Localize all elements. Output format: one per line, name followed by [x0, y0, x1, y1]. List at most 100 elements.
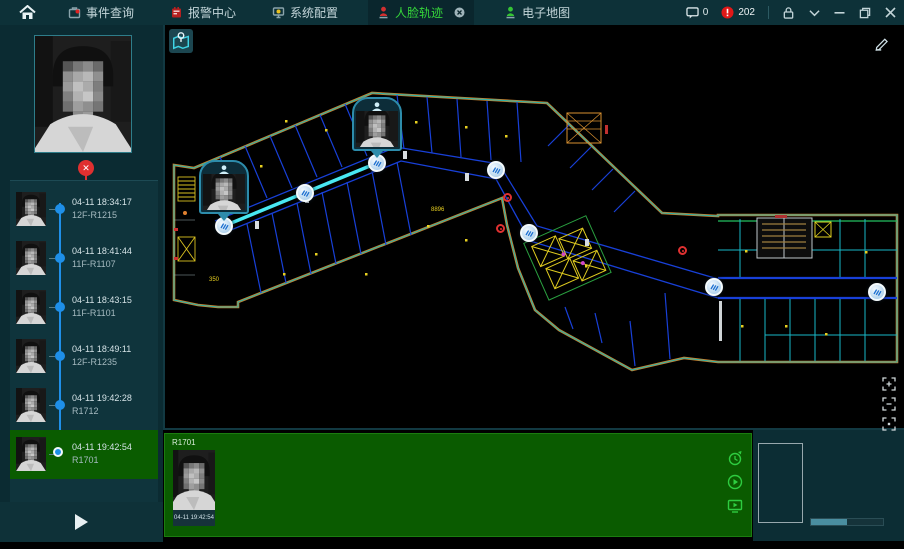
minimize-button[interactable]	[834, 7, 845, 18]
dropdown-button[interactable]	[809, 9, 820, 17]
close-tab-icon[interactable]	[454, 7, 465, 18]
zoom-in-button[interactable]	[882, 377, 896, 391]
event-time: 04-11 19:42:28	[72, 393, 132, 403]
playback-bar	[0, 502, 163, 542]
track-point-marker[interactable]	[868, 283, 886, 301]
system-config-icon	[272, 6, 285, 19]
event-thumbnail	[16, 437, 46, 471]
track-point-marker[interactable]	[487, 161, 505, 179]
timeline-node	[55, 351, 65, 361]
alarm-badge-icon	[721, 6, 734, 19]
face-track-icon	[377, 6, 390, 19]
event-time: 04-11 18:34:17	[72, 197, 132, 207]
chevron-down-icon	[809, 9, 820, 17]
timeline-node	[55, 400, 65, 410]
message-indicator[interactable]: 0	[686, 7, 709, 19]
person-icon	[203, 163, 245, 174]
alarm-count: 202	[738, 7, 755, 18]
map-edit-button[interactable]	[874, 33, 892, 51]
timeline-node	[53, 447, 63, 457]
snapshot-photo	[173, 450, 215, 510]
event-time: 04-11 18:41:44	[72, 246, 132, 256]
alarm-point-icon	[678, 246, 687, 255]
play-button[interactable]	[75, 514, 88, 530]
lock-button[interactable]	[782, 6, 795, 19]
remove-target-pin[interactable]: ✕	[78, 160, 94, 176]
tab-face-track[interactable]: 人脸轨迹	[368, 0, 474, 25]
event-location: R1701	[72, 455, 132, 465]
tab-system-config[interactable]: 系统配置	[266, 0, 344, 25]
e-map-icon	[504, 6, 517, 19]
event-list: 04-11 18:34:17 12F-R1215 04-11 18:41:44 …	[10, 185, 158, 479]
selected-event-panel[interactable]: R1701 04-11 19:42:54	[164, 433, 752, 537]
alarm-center-icon	[170, 6, 183, 19]
tab-label: 人脸轨迹	[395, 4, 443, 21]
event-thumbnail	[16, 192, 46, 226]
progress-fill	[811, 519, 847, 525]
home-button[interactable]	[16, 3, 38, 23]
timeline-event-row[interactable]: 04-11 18:34:17 12F-R1215	[10, 185, 158, 234]
home-icon	[19, 5, 36, 20]
timeline-event-row[interactable]: 04-11 18:43:15 11F-R1101	[10, 283, 158, 332]
floor-plan-map[interactable]: 8896350	[163, 25, 904, 430]
event-location: R1712	[72, 406, 132, 416]
face-track-window: 事件查询 报警中心 系统配置 人脸	[0, 0, 904, 549]
timeline-event-row[interactable]: 04-11 19:42:28 R1712	[10, 381, 158, 430]
target-person-photo	[34, 35, 132, 153]
event-thumbnail	[16, 388, 46, 422]
event-location: 12F-R1235	[72, 357, 131, 367]
detection-popup[interactable]	[199, 160, 249, 221]
live-view-button[interactable]	[727, 498, 743, 514]
snapshot-card[interactable]: 04-11 19:42:54	[173, 450, 215, 526]
alarm-point-icon	[503, 193, 512, 202]
preview-placeholder	[758, 443, 803, 523]
timeline-event-row[interactable]: 04-11 19:42:54 R1701	[10, 430, 158, 479]
track-point-marker[interactable]	[520, 224, 538, 242]
lock-icon	[782, 6, 795, 19]
event-location: 11F-R1107	[72, 259, 132, 269]
cad-text-label: 8896	[431, 207, 444, 213]
timeline-node	[55, 204, 65, 214]
map-zoom-controls	[882, 377, 896, 431]
track-sidebar: ✕ 04-11 18:34:17 12F-R1215 04-11 18:41:4…	[0, 25, 163, 541]
event-query-icon	[68, 6, 81, 19]
replay-button[interactable]	[727, 450, 743, 466]
event-time: 04-11 18:49:11	[72, 344, 131, 354]
popup-photo	[356, 111, 398, 147]
tab-label: 系统配置	[290, 4, 338, 21]
popup-tail	[218, 214, 230, 221]
tab-label: 电子地图	[522, 4, 570, 21]
event-thumbnail	[16, 290, 46, 324]
event-thumbnail	[16, 339, 46, 373]
track-point-marker[interactable]	[705, 278, 723, 296]
event-time: 04-11 19:42:54	[72, 442, 132, 452]
detection-popup[interactable]	[352, 97, 402, 158]
timeline-event-row[interactable]: 04-11 18:41:44 11F-R1107	[10, 234, 158, 283]
message-icon	[686, 7, 699, 19]
zoom-out-button[interactable]	[882, 397, 896, 411]
tab-alarm-center[interactable]: 报警中心	[164, 0, 242, 25]
track-point-marker[interactable]	[296, 184, 314, 202]
minimize-icon	[834, 7, 845, 18]
tab-event-query[interactable]: 事件查询	[62, 0, 140, 25]
close-button[interactable]	[885, 7, 896, 18]
restore-button[interactable]	[859, 7, 871, 19]
preview-panel	[753, 430, 904, 541]
event-thumbnail	[16, 241, 46, 275]
timeline-node	[55, 302, 65, 312]
tab-label: 事件查询	[86, 4, 134, 21]
timeline-node	[55, 253, 65, 263]
playback-actions	[727, 450, 743, 514]
tab-e-map[interactable]: 电子地图	[498, 0, 576, 25]
map-select-button[interactable]	[169, 29, 193, 53]
play-video-button[interactable]	[727, 474, 743, 490]
popup-tail	[371, 151, 383, 158]
zoom-reset-button[interactable]	[882, 417, 896, 431]
event-location: 12F-R1215	[72, 210, 132, 220]
message-count: 0	[703, 7, 709, 18]
toolbar-divider	[768, 6, 769, 19]
timeline-event-row[interactable]: 04-11 18:49:11 12F-R1235	[10, 332, 158, 381]
progress-bar[interactable]	[810, 518, 884, 526]
title-bar: 事件查询 报警中心 系统配置 人脸	[0, 0, 904, 25]
alarm-indicator[interactable]: 202	[721, 6, 755, 19]
